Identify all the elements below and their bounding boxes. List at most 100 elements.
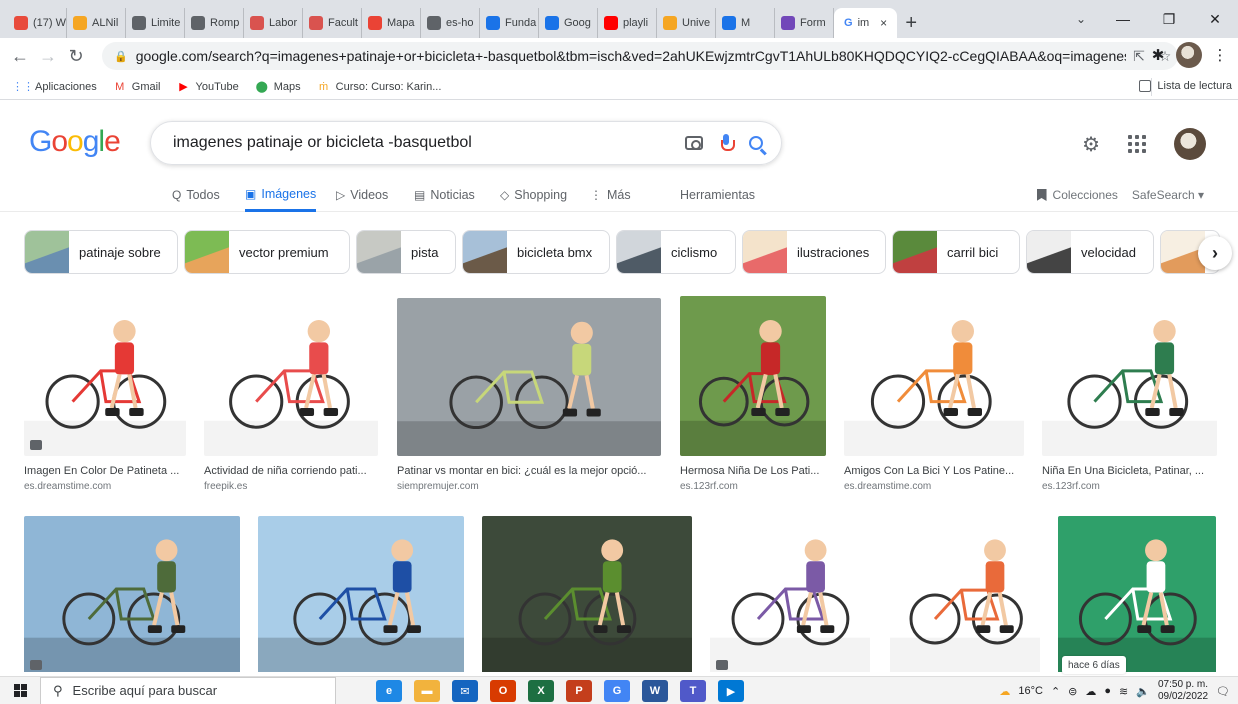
taskbar-app-icon[interactable]: e	[376, 680, 402, 702]
bookmark-item[interactable]: ▶ YouTube	[177, 80, 238, 94]
apps-grid-icon[interactable]	[1128, 135, 1146, 153]
result-title[interactable]: Patinar vs montar en bici: ¿cuál es la m…	[397, 465, 661, 477]
taskbar-app-icon[interactable]: O	[490, 680, 516, 702]
bookmark-item[interactable]: ṁ Curso: Curso: Karin...	[317, 80, 441, 94]
result-source[interactable]: siempremujer.com	[397, 481, 661, 492]
result-thumbnail[interactable]	[204, 296, 378, 456]
image-result[interactable]: Amigos Con La Bici Y Los Patine... es.dre…	[844, 296, 1024, 492]
google-logo[interactable]: Google	[29, 125, 121, 159]
camera-search-icon[interactable]	[685, 136, 703, 150]
result-source[interactable]: es.123rf.com	[680, 481, 826, 492]
image-result[interactable]	[258, 516, 464, 676]
safesearch-button[interactable]: SafeSearch ▾	[1132, 188, 1204, 202]
tab-tag[interactable]: ◇ Shopping	[500, 178, 567, 212]
image-result[interactable]	[24, 516, 240, 676]
tab-video[interactable]: ▷ Videos	[336, 178, 388, 212]
result-thumbnail[interactable]	[1058, 516, 1216, 676]
back-arrow-icon[interactable]: ←	[6, 42, 34, 70]
bookmark-item[interactable]: ⋮⋮ Aplicaciones	[12, 80, 97, 94]
image-result[interactable]: Hermosa Niña De Los Pati... es.123rf.com	[680, 296, 826, 492]
browser-tab[interactable]: Unive	[657, 8, 716, 38]
related-search-chip[interactable]: pista	[356, 230, 456, 274]
browser-tab[interactable]: Mapa	[362, 8, 421, 38]
related-search-chip[interactable]: bicicleta bmx	[462, 230, 610, 274]
browser-tab[interactable]: (17) W	[8, 8, 67, 38]
bookmark-item[interactable]: ⬤ Maps	[255, 80, 301, 94]
restore-icon[interactable]: ❐	[1146, 0, 1192, 38]
weather-icon[interactable]: ☁	[999, 685, 1010, 698]
browser-tab[interactable]: M	[716, 8, 775, 38]
image-result[interactable]: Patinar vs montar en bici: ¿cuál es la m…	[397, 298, 661, 492]
clock[interactable]: 07:50 p. m. 09/02/2022	[1158, 679, 1208, 703]
search-icon[interactable]	[749, 136, 763, 150]
related-search-chip[interactable]: vector premium	[184, 230, 350, 274]
account-avatar[interactable]	[1174, 128, 1206, 160]
image-result[interactable]: Imagen En Color De Patineta ... es.dreams…	[24, 296, 186, 492]
result-title[interactable]: Amigos Con La Bici Y Los Patine...	[844, 465, 1024, 477]
result-thumbnail[interactable]	[710, 516, 870, 676]
browser-tab[interactable]: Romp	[185, 8, 244, 38]
notifications-icon[interactable]: 🗨	[1216, 685, 1230, 698]
taskbar-app-icon[interactable]: ✉	[452, 680, 478, 702]
result-thumbnail[interactable]	[24, 296, 186, 456]
image-result[interactable]: Actividad de niña corriendo pati... freep…	[204, 296, 378, 492]
result-source[interactable]: es.dreamstime.com	[844, 481, 1024, 492]
address-bar[interactable]: 🔒 google.com/search?q=imagenes+patinaje+…	[102, 42, 1178, 70]
tab-news[interactable]: ▤ Noticias	[414, 178, 475, 212]
tab-image[interactable]: ▣ Imágenes	[245, 178, 317, 212]
volume-icon[interactable]: 🔈	[1136, 685, 1150, 698]
gear-icon[interactable]: ⚙	[1082, 132, 1100, 157]
image-result[interactable]	[890, 516, 1040, 676]
tab-more-vertical[interactable]: ⋮ Más	[590, 178, 631, 212]
browser-tab[interactable]: playli	[598, 8, 657, 38]
search-input[interactable]: imagenes patinaje or bicicleta -basquetb…	[173, 134, 685, 152]
browser-tab-active[interactable]: Gim ×	[834, 8, 898, 38]
taskbar-app-icon[interactable]: P	[566, 680, 592, 702]
result-thumbnail[interactable]	[482, 516, 692, 676]
reading-list-button[interactable]: Lista de lectura	[1139, 80, 1232, 92]
related-search-chip[interactable]: ilustraciones	[742, 230, 886, 274]
result-title[interactable]: Imagen En Color De Patineta ...	[24, 465, 186, 477]
tools-button[interactable]: Herramientas	[680, 178, 755, 212]
profile-avatar[interactable]	[1176, 42, 1202, 68]
microphone-icon[interactable]	[721, 134, 735, 152]
tray-chevron-up-icon[interactable]: ⌃	[1051, 685, 1060, 698]
result-thumbnail[interactable]	[890, 516, 1040, 676]
cloud-icon[interactable]: ☁	[1085, 685, 1096, 698]
browser-tab[interactable]: Form	[775, 8, 834, 38]
result-thumbnail[interactable]	[1042, 296, 1217, 456]
taskbar-search-box[interactable]: ⚲ Escribe aquí para buscar	[40, 676, 336, 704]
browser-tab[interactable]: Limite	[126, 8, 185, 38]
new-tab-button[interactable]: +	[897, 8, 925, 38]
result-title[interactable]: Hermosa Niña De Los Pati...	[680, 465, 826, 477]
extensions-puzzle-icon[interactable]: ✱	[1146, 43, 1170, 67]
result-thumbnail[interactable]	[680, 296, 826, 456]
network-icon[interactable]: ⊜	[1068, 685, 1077, 698]
result-source[interactable]: es.123rf.com	[1042, 481, 1217, 492]
browser-tab[interactable]: Labor	[244, 8, 303, 38]
wifi-icon[interactable]: ≋	[1119, 685, 1128, 698]
search-box[interactable]: imagenes patinaje or bicicleta -basquetb…	[150, 121, 782, 165]
tab-search-chevron-icon[interactable]: ⌄	[1068, 6, 1094, 32]
related-search-chip[interactable]: ciclismo	[616, 230, 736, 274]
result-thumbnail[interactable]	[844, 296, 1024, 456]
browser-tab[interactable]: Facult	[303, 8, 362, 38]
result-thumbnail[interactable]	[258, 516, 464, 676]
image-result[interactable]	[710, 516, 870, 676]
taskbar-app-icon[interactable]: W	[642, 680, 668, 702]
browser-menu-icon[interactable]: ⋮	[1208, 43, 1232, 67]
taskbar-app-icon[interactable]: T	[680, 680, 706, 702]
taskbar-app-icon[interactable]: ▶	[718, 680, 744, 702]
image-result[interactable]	[1058, 516, 1216, 676]
result-thumbnail[interactable]	[24, 516, 240, 676]
result-source[interactable]: freepik.es	[204, 481, 378, 492]
taskbar-app-icon[interactable]: G	[604, 680, 630, 702]
bookmark-item[interactable]: M Gmail	[113, 80, 160, 94]
image-result[interactable]: Niña En Una Bicicleta, Patinar, ... es.12…	[1042, 296, 1217, 492]
result-title[interactable]: Actividad de niña corriendo pati...	[204, 465, 378, 477]
forward-arrow-icon[interactable]: →	[34, 42, 62, 70]
reload-icon[interactable]: ↻	[62, 42, 90, 70]
browser-tab[interactable]: Funda	[480, 8, 539, 38]
chevron-right-icon[interactable]: ›	[1198, 236, 1232, 270]
related-search-chip[interactable]: patinaje sobre	[24, 230, 178, 274]
